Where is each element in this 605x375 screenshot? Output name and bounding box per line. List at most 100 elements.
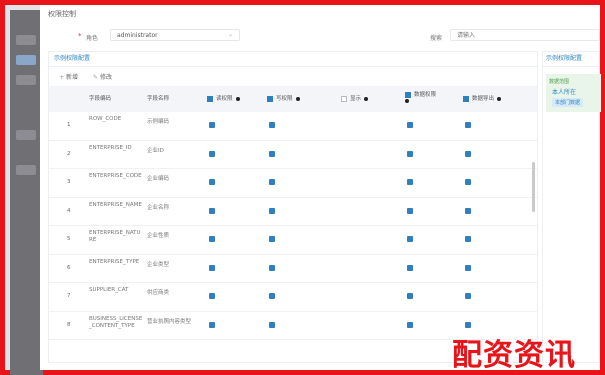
sidebar-nav-item[interactable] <box>16 75 36 85</box>
scope-card[interactable]: 数据范围 本人所在 本部门数据 <box>546 74 601 112</box>
permission-checkbox[interactable] <box>269 264 275 271</box>
permission-checkbox[interactable] <box>465 293 471 299</box>
table-scrollbar[interactable] <box>532 162 535 212</box>
column-header-export[interactable]: 数据导出 <box>463 94 502 102</box>
row-index: 4 <box>67 207 71 214</box>
scope-panel: 示例权限配置 数据范围 本人所在 本部门数据 <box>542 51 601 363</box>
sidebar-nav-item[interactable] <box>16 35 36 45</box>
permission-checkbox[interactable] <box>269 150 275 157</box>
panel-title: 示例权限配置 <box>49 52 537 67</box>
table-row[interactable]: 1 ROW_CODE 示例编码 <box>49 112 537 141</box>
permission-checkbox[interactable] <box>465 264 471 271</box>
table-row[interactable]: 4 ENTERPRISE_NAME 企业名称 <box>49 198 537 226</box>
column-header-code: 字段编码 <box>89 96 112 102</box>
permission-checkbox[interactable] <box>269 236 275 242</box>
permission-table: 字段编码 字段名称 读权限 写权限 显示 数据权限 数据导出 1 ROW_CODE… <box>49 86 537 340</box>
table-row[interactable]: 7 SUPPLIER_CAT 供应商类 <box>49 283 537 312</box>
required-mark: * <box>78 32 82 40</box>
select-all-checkbox[interactable] <box>207 95 213 102</box>
field-code: ENTERPRISE_ID <box>89 144 132 151</box>
column-menu-icon[interactable] <box>364 96 369 101</box>
column-menu-icon[interactable] <box>235 96 240 101</box>
column-header-name: 字段名称 <box>147 96 170 102</box>
permission-checkbox[interactable] <box>465 122 471 128</box>
column-header-data[interactable]: 数据权限 <box>405 90 436 104</box>
select-all-checkbox[interactable] <box>267 95 273 102</box>
permission-checkbox[interactable] <box>269 122 275 128</box>
field-name: 企业类型 <box>147 261 170 268</box>
permission-checkbox[interactable] <box>407 293 413 299</box>
permission-checkbox[interactable] <box>209 236 215 242</box>
scope-option[interactable]: 本人所在 <box>552 87 576 96</box>
select-all-checkbox[interactable] <box>463 95 469 102</box>
table-row[interactable]: 5 ENTERPRISE_NATURE 企业性质 <box>49 226 537 255</box>
select-all-checkbox[interactable] <box>341 95 347 102</box>
dialog-title: 权限控制 <box>48 10 76 18</box>
permission-checkbox[interactable] <box>209 179 215 185</box>
field-code: SUPPLIER_CAT <box>89 287 129 293</box>
permission-checkbox[interactable] <box>209 321 215 328</box>
permission-checkbox[interactable] <box>269 179 275 185</box>
column-header-display[interactable]: 显示 <box>341 94 369 102</box>
sidebar-nav-item-active[interactable] <box>16 55 36 65</box>
permission-checkbox[interactable] <box>209 122 215 128</box>
field-code: ENTERPRISE_CODE <box>89 173 142 179</box>
permission-checkbox[interactable] <box>465 236 471 242</box>
column-menu-icon[interactable] <box>405 98 409 103</box>
row-index: 2 <box>67 150 71 157</box>
permission-checkbox[interactable] <box>407 264 413 271</box>
permission-checkbox[interactable] <box>465 207 471 214</box>
search-field[interactable] <box>450 29 600 41</box>
form-row: * 角色 administrator ⌄ 搜索 <box>40 27 600 45</box>
permission-checkbox[interactable] <box>269 207 275 214</box>
search-input[interactable] <box>451 30 599 40</box>
chevron-down-icon: ⌄ <box>227 31 233 38</box>
permission-checkbox[interactable] <box>407 321 413 328</box>
edit-button[interactable]: ✎ 修改 <box>93 72 112 81</box>
permission-checkbox[interactable] <box>209 293 215 299</box>
table-row[interactable]: 6 ENTERPRISE_TYPE 企业类型 <box>49 255 537 283</box>
row-index: 7 <box>67 293 71 299</box>
scope-option-selected[interactable]: 本部门数据 <box>552 98 584 107</box>
add-button[interactable]: + 新增 <box>59 72 78 81</box>
sidebar-nav-item[interactable] <box>16 130 36 140</box>
app-sidebar <box>10 10 43 375</box>
edit-icon: ✎ <box>93 74 99 81</box>
permission-checkbox[interactable] <box>407 236 413 242</box>
permission-checkbox[interactable] <box>407 207 413 214</box>
table-row[interactable]: 2 ENTERPRISE_ID 企业ID <box>49 141 537 169</box>
permission-checkbox[interactable] <box>465 321 471 328</box>
column-menu-icon[interactable] <box>295 96 300 101</box>
field-code: ROW_CODE <box>89 116 122 122</box>
search-label: 搜索 <box>430 35 443 42</box>
permission-checkbox[interactable] <box>407 150 413 157</box>
field-code: ENTERPRISE_NAME <box>89 201 142 208</box>
column-header-read[interactable]: 读权限 <box>207 94 240 102</box>
permission-checkbox[interactable] <box>269 293 275 299</box>
column-menu-icon[interactable] <box>497 96 502 101</box>
permission-checkbox[interactable] <box>209 264 215 271</box>
watermark-text: 配资资讯 <box>452 338 576 373</box>
edit-label: 修改 <box>100 74 113 81</box>
permission-checkbox[interactable] <box>465 150 471 157</box>
table-row[interactable]: 3 ENTERPRISE_CODE 企业编码 <box>49 169 537 198</box>
permission-checkbox[interactable] <box>407 179 413 185</box>
permission-checkbox[interactable] <box>407 122 413 128</box>
role-select[interactable]: administrator ⌄ <box>110 29 240 41</box>
row-index: 1 <box>67 122 71 128</box>
permission-checkbox[interactable] <box>209 207 215 214</box>
field-name: 示例编码 <box>147 119 170 125</box>
row-index: 8 <box>67 321 71 328</box>
sidebar-nav-item[interactable] <box>16 165 36 175</box>
select-all-checkbox[interactable] <box>405 91 411 98</box>
permission-dialog: 权限控制 * 角色 administrator ⌄ 搜索 示例权限配置 +新增 … <box>40 5 601 370</box>
permission-checkbox[interactable] <box>209 150 215 157</box>
field-name: 供应商类 <box>147 290 170 296</box>
permission-checkbox[interactable] <box>465 179 471 185</box>
table-toolbar: + 新增 ✎ 修改 <box>49 67 537 85</box>
field-name: 企业编码 <box>147 176 170 182</box>
field-name: 企业性质 <box>147 233 170 239</box>
column-header-write[interactable]: 写权限 <box>267 94 300 102</box>
permission-checkbox[interactable] <box>269 321 275 328</box>
field-name: 企业ID <box>147 147 164 154</box>
